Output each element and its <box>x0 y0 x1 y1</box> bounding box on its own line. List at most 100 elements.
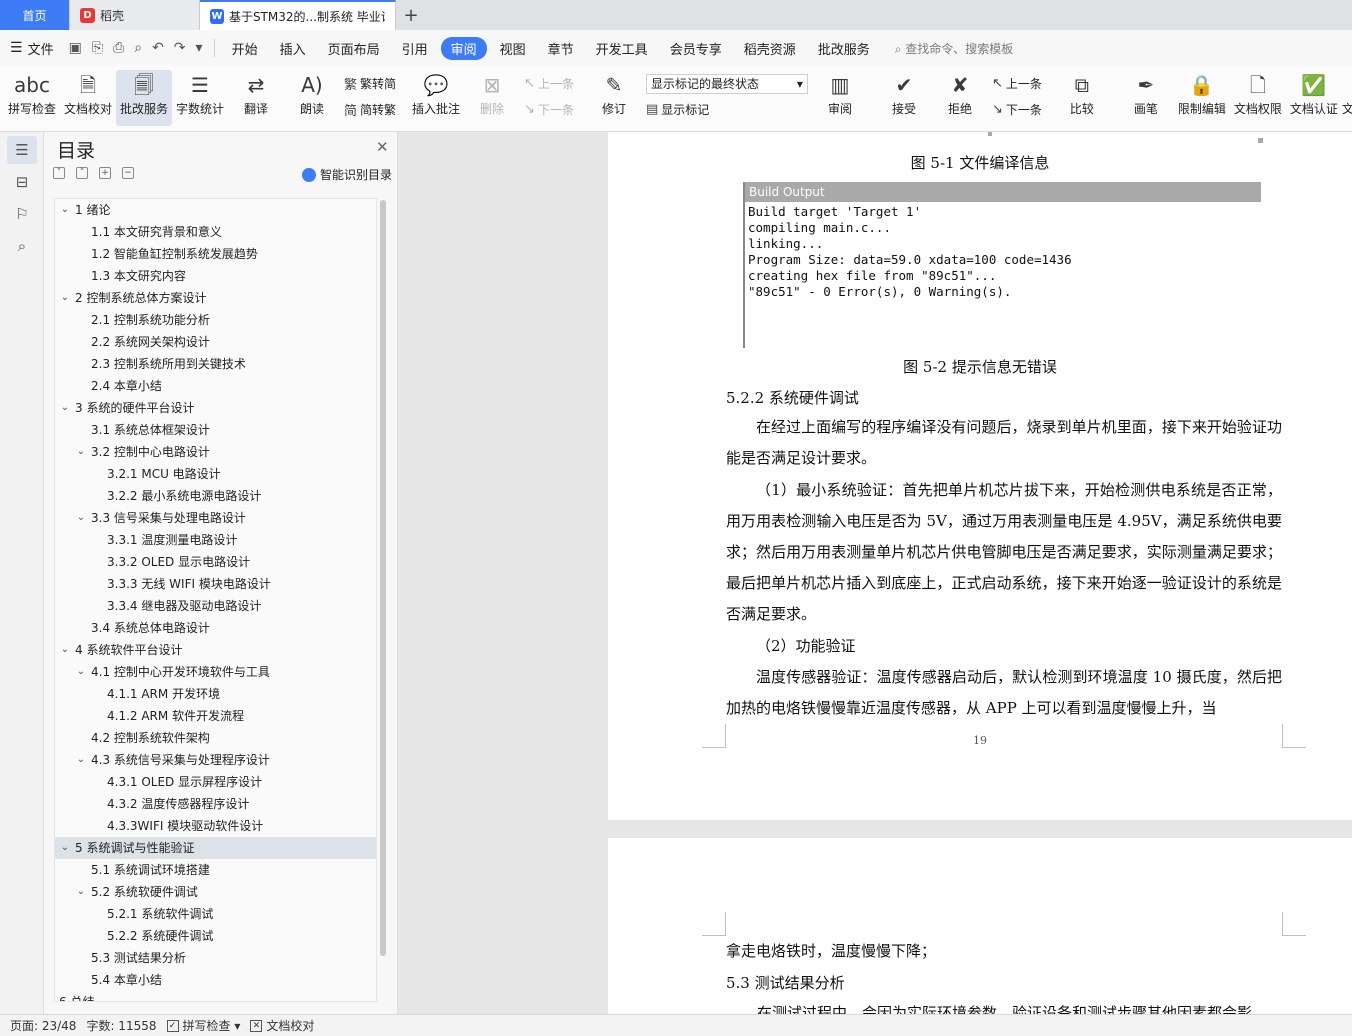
chevron-down-icon[interactable]: ⌄ <box>59 199 71 221</box>
toc-item[interactable]: 1.1 本文研究背景和意义 <box>55 221 376 243</box>
toc-item[interactable]: 1.3 本文研究内容 <box>55 265 376 287</box>
markup-state-select[interactable]: 显示标记的最终状态 ▾ <box>645 73 808 94</box>
menu-tab-6[interactable]: 章节 <box>539 36 583 61</box>
simp-to-trad-button[interactable]: 简简转繁 <box>344 100 396 119</box>
toc-scrollbar[interactable] <box>380 200 386 956</box>
toc-item[interactable]: 4.3.2 温度传感器程序设计 <box>55 793 376 815</box>
smart-toc-button[interactable]: 智能识别目录 <box>302 166 392 183</box>
toc-item[interactable]: 4.3.1 OLED 显示屏程序设计 <box>55 771 376 793</box>
toc-item[interactable]: ⌄ 2 控制系统总体方案设计 <box>55 287 376 309</box>
chevron-down-icon[interactable]: ⌄ <box>75 881 87 903</box>
toc-item[interactable]: 5.2.1 系统软件调试 <box>55 903 376 925</box>
toc-item[interactable]: 2.1 控制系统功能分析 <box>55 309 376 331</box>
outline-icon[interactable]: ☰ <box>7 136 37 164</box>
delete-comment-button[interactable]: ⊠ 删除 <box>464 70 520 126</box>
add-heading-icon[interactable]: + <box>99 167 111 179</box>
translate-button[interactable]: ⇄ 翻译 <box>228 70 284 126</box>
export-pdf-icon[interactable]: ⎘ <box>92 40 103 56</box>
toc-item[interactable]: ⌄ 5.2 系统软硬件调试 <box>55 881 376 903</box>
expand-all-icon[interactable]: ˄ <box>76 167 88 179</box>
spell-check-button[interactable]: abc 拼写检查 <box>4 70 60 126</box>
toc-item[interactable]: 2.3 控制系统所用到关键技术 <box>55 353 376 375</box>
next-comment-button[interactable]: ↘ 下一条 <box>524 101 574 118</box>
toc-item[interactable]: 5.1 系统调试环境搭建 <box>55 859 376 881</box>
word-count-button[interactable]: ☰ 字数统计 <box>172 70 228 126</box>
chapter-nav-icon[interactable]: ⊟ <box>7 168 37 196</box>
toc-item[interactable]: 3.3.3 无线 WIFI 模块电路设计 <box>55 573 376 595</box>
toc-item[interactable]: ⌄ 3.3 信号采集与处理电路设计 <box>55 507 376 529</box>
new-tab-button[interactable]: + <box>396 0 426 30</box>
image-handle[interactable] <box>1258 138 1263 143</box>
review-service-button[interactable]: 🗐 批改服务 <box>116 70 172 126</box>
toc-item[interactable]: 2.4 本章小结 <box>55 375 376 397</box>
compare-button[interactable]: ⧉ 比较 <box>1054 70 1110 126</box>
word-count-indicator[interactable]: 字数: 11558 <box>86 1017 156 1034</box>
toc-item[interactable]: 4.2 控制系统软件架构 <box>55 727 376 749</box>
find-icon[interactable]: ⌕ <box>7 232 37 260</box>
menu-tab-1[interactable]: 插入 <box>271 36 315 61</box>
toc-item[interactable]: 3.3.4 继电器及驱动电路设计 <box>55 595 376 617</box>
save-icon[interactable]: ▣ <box>69 40 82 56</box>
page-indicator[interactable]: 页面: 23/48 <box>10 1017 76 1034</box>
toc-item[interactable]: ⌄ 5 系统调试与性能验证 <box>55 837 376 859</box>
toc-item[interactable]: ⌄ 4.3 系统信号采集与处理程序设计 <box>55 749 376 771</box>
toc-item[interactable]: ⌄ 4.1 控制中心开发环境软件与工具 <box>55 661 376 683</box>
remove-heading-icon[interactable]: − <box>122 167 134 179</box>
toc-item[interactable]: 1.2 智能鱼缸控制系统发展趋势 <box>55 243 376 265</box>
doc-more-button[interactable]: 🗋文档定 <box>1342 70 1352 126</box>
print-preview-icon[interactable]: ⌕ <box>134 40 142 56</box>
toc-item[interactable]: 6 总结 <box>55 991 376 1001</box>
toc-item[interactable]: 4.3.3WIFI 模块驱动软件设计 <box>55 815 376 837</box>
toc-item[interactable]: 5.2.2 系统硬件调试 <box>55 925 376 947</box>
doc-certify-button[interactable]: ✅ 文档认证 <box>1286 70 1342 126</box>
toc-item[interactable]: ⌄ 3.2 控制中心电路设计 <box>55 441 376 463</box>
tab-daoke[interactable]: D 稻壳 <box>70 0 200 30</box>
menu-tab-9[interactable]: 稻壳资源 <box>735 36 805 61</box>
status-spell-check[interactable]: ✓ 拼写检查 ▾ <box>166 1017 240 1034</box>
show-markup-button[interactable]: ▤ 显示标记 <box>646 101 808 118</box>
doc-permission-button[interactable]: 🗋 文档权限 <box>1230 70 1286 126</box>
toc-item[interactable]: 3.4 系统总体电路设计 <box>55 617 376 639</box>
status-proofread[interactable]: ✕ 文档校对 <box>250 1017 314 1034</box>
file-menu[interactable]: ☰ 文件 <box>10 39 54 58</box>
toc-item[interactable]: 3.1 系统总体框架设计 <box>55 419 376 441</box>
chevron-down-icon[interactable]: ⌄ <box>59 639 71 661</box>
prev-change-button[interactable]: ↖ 上一条 <box>992 75 1042 92</box>
accept-button[interactable]: ✔ 接受 <box>876 70 932 126</box>
toc-item[interactable]: 3.2.2 最小系统电源电路设计 <box>55 485 376 507</box>
insert-comment-button[interactable]: 💬 插入批注 <box>408 70 464 126</box>
next-change-button[interactable]: ↘ 下一条 <box>992 101 1042 118</box>
menu-tab-3[interactable]: 引用 <box>393 36 437 61</box>
chevron-down-icon[interactable]: ⌄ <box>59 287 71 309</box>
proofread-button[interactable]: 🗎 文档校对 <box>60 70 116 126</box>
prev-comment-button[interactable]: ↖ 上一条 <box>524 75 574 92</box>
chevron-down-icon[interactable]: ⌄ <box>75 507 87 529</box>
menu-tab-7[interactable]: 开发工具 <box>587 36 657 61</box>
chevron-down-icon[interactable]: ⌄ <box>59 837 71 859</box>
search-command[interactable]: ⌕ 查找命令、搜索模板 <box>895 40 1014 57</box>
collapse-all-icon[interactable]: ˅ <box>53 167 65 179</box>
undo-icon[interactable]: ↶ <box>152 40 164 56</box>
print-icon[interactable]: ⎙ <box>113 40 124 56</box>
build-output-image[interactable]: Build Output Build target 'Target 1' com… <box>743 182 1261 348</box>
chevron-down-icon[interactable]: ⌄ <box>75 441 87 463</box>
track-changes-button[interactable]: ✎ 修订 <box>586 70 642 126</box>
toc-item[interactable]: 4.1.1 ARM 开发环境 <box>55 683 376 705</box>
menu-tab-2[interactable]: 页面布局 <box>319 36 389 61</box>
bookmark-icon[interactable]: ⚐ <box>7 200 37 228</box>
trad-to-simp-button[interactable]: 繁繁转简 <box>344 74 396 93</box>
menu-tab-8[interactable]: 会员专享 <box>661 36 731 61</box>
toc-item[interactable]: 3.3.1 温度测量电路设计 <box>55 529 376 551</box>
toc-item[interactable]: ⌄ 3 系统的硬件平台设计 <box>55 397 376 419</box>
toc-item[interactable]: 2.2 系统网关架构设计 <box>55 331 376 353</box>
menu-tab-5[interactable]: 视图 <box>491 36 535 61</box>
toc-item[interactable]: 3.3.2 OLED 显示电路设计 <box>55 551 376 573</box>
read-aloud-button[interactable]: A) 朗读 <box>284 70 340 126</box>
menu-tab-0[interactable]: 开始 <box>223 36 267 61</box>
chevron-down-icon[interactable]: ⌄ <box>75 661 87 683</box>
review-pane-button[interactable]: ▥ 审阅 <box>812 70 868 126</box>
chevron-down-icon[interactable]: ⌄ <box>75 749 87 771</box>
menu-tab-10[interactable]: 批改服务 <box>809 36 879 61</box>
redo-icon[interactable]: ↷ <box>174 40 186 56</box>
toc-item[interactable]: ⌄ 1 绪论 <box>55 199 376 221</box>
